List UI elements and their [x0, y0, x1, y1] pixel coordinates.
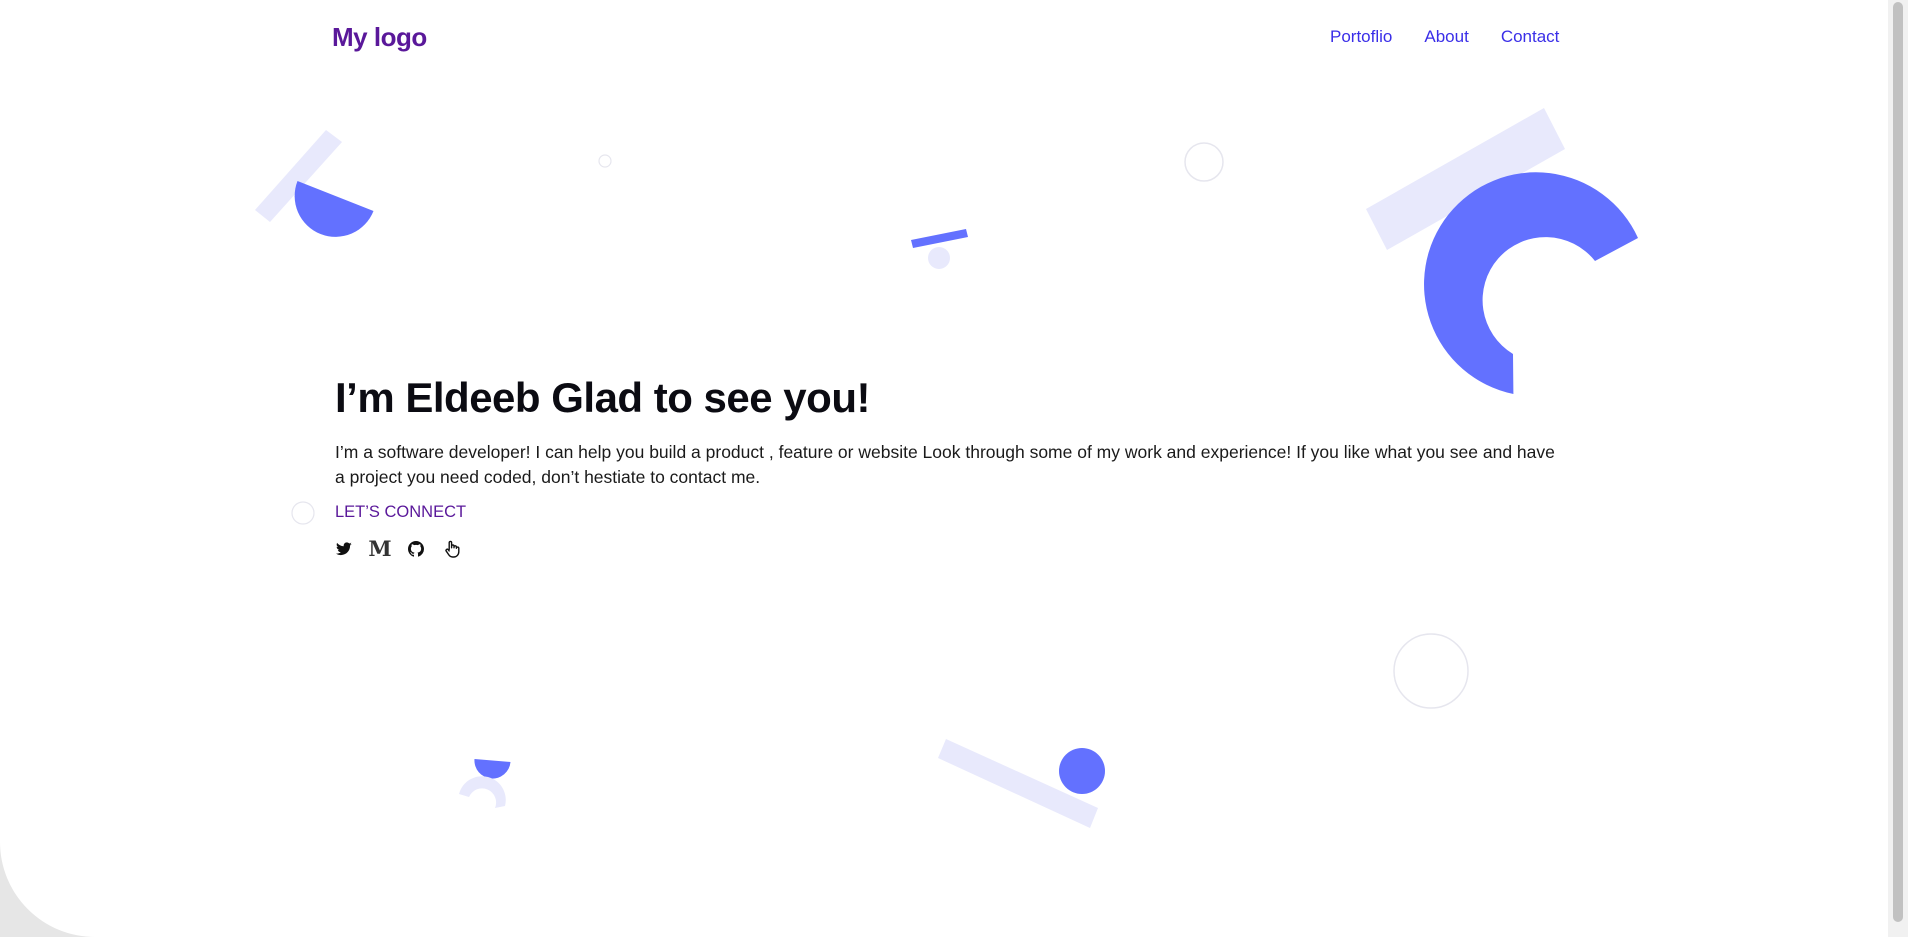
github-link[interactable] — [407, 539, 425, 559]
ring-shape-left — [291, 501, 315, 525]
hero-description: I’m a software developer! I can help you… — [335, 442, 1555, 487]
site-logo[interactable]: My logo — [332, 22, 427, 53]
ring-shape — [1184, 142, 1224, 182]
light-dot-shape — [928, 247, 950, 269]
small-arc-shape — [459, 776, 506, 808]
medium-link[interactable]: M — [368, 536, 392, 561]
twitter-link[interactable] — [335, 539, 353, 559]
hero-title: I’m Eldeeb Glad to see you! — [335, 374, 870, 421]
medium-icon: M — [368, 536, 392, 561]
github-icon — [408, 541, 424, 557]
hand-pointer-icon — [445, 540, 460, 558]
nav-about-link[interactable]: About — [1424, 27, 1468, 47]
accent-bar-shape — [911, 229, 968, 248]
small-half-circle-shape — [474, 759, 511, 779]
twitter-icon — [336, 542, 352, 556]
small-ring-shape — [598, 154, 612, 168]
large-ring-shape — [1393, 633, 1469, 709]
page-viewport: My logo Portoflio About Contact I’m Elde… — [0, 0, 1888, 937]
nav-contact-link[interactable]: Contact — [1501, 27, 1560, 47]
main-nav: Portoflio About Contact — [1330, 27, 1559, 47]
accent-dot-shape — [1059, 748, 1105, 794]
nav-portfolio-link[interactable]: Portoflio — [1330, 27, 1392, 47]
half-circle-shape — [294, 181, 374, 237]
touch-link[interactable] — [443, 539, 461, 559]
scrollbar-thumb[interactable] — [1893, 2, 1903, 922]
social-links: M — [335, 536, 461, 561]
lets-connect-link[interactable]: LET’S CONNECT — [335, 503, 466, 522]
